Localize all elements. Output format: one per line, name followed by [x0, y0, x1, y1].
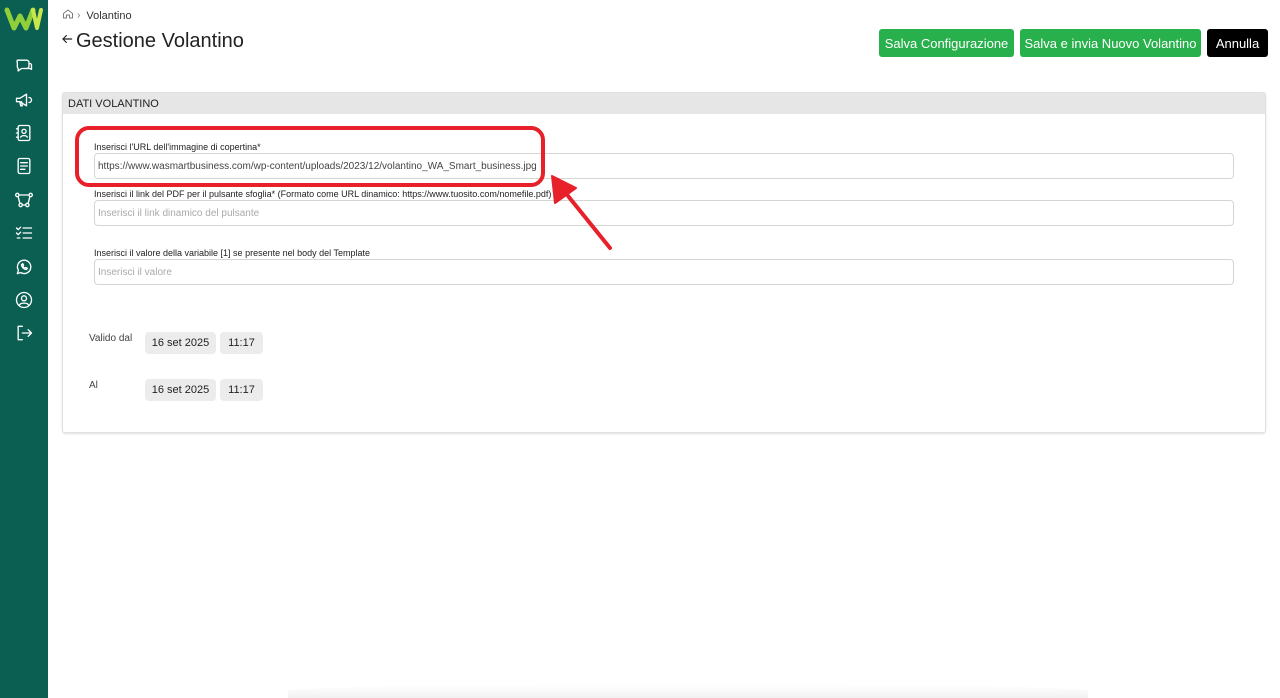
variable-label: Inserisci il valore della variabile [1] …: [94, 248, 370, 258]
pdf-link-input[interactable]: [94, 200, 1234, 226]
logout-icon: [17, 325, 33, 341]
valid-to-label: Al: [89, 380, 98, 391]
megaphone-icon: [15, 93, 33, 107]
sidebar-item-chats[interactable]: [12, 54, 36, 78]
sidebar-item-whatsapp[interactable]: [12, 255, 36, 279]
variable-input[interactable]: [94, 259, 1234, 285]
cancel-button[interactable]: Annulla: [1207, 29, 1268, 57]
sidebar-item-campaigns[interactable]: [12, 88, 36, 112]
sidebar-item-logout[interactable]: [12, 321, 36, 345]
back-arrow-icon[interactable]: [60, 32, 74, 51]
bottom-shadow: [288, 684, 1088, 698]
contacts-icon: [15, 124, 31, 142]
sidebar-item-flows[interactable]: [12, 188, 36, 212]
valid-from-label: Valido dal: [89, 333, 133, 344]
breadcrumb-separator: ›: [77, 10, 81, 21]
document-icon: [17, 157, 31, 175]
home-icon[interactable]: [62, 8, 74, 23]
sidebar-item-profile[interactable]: [12, 288, 36, 312]
breadcrumb-current: Volantino: [86, 9, 132, 22]
valid-from-time[interactable]: 11:17: [220, 332, 263, 354]
page-title: Gestione Volantino: [76, 30, 244, 52]
sidebar-item-templates[interactable]: [12, 154, 36, 178]
valid-to-time[interactable]: 11:17: [220, 379, 263, 401]
sidebar-item-contacts[interactable]: [12, 121, 36, 145]
cover-url-input[interactable]: [94, 153, 1234, 179]
user-icon: [15, 291, 33, 309]
valid-to-date[interactable]: 16 set 2025: [145, 379, 216, 401]
save-and-send-button[interactable]: Salva e invia Nuovo Volantino: [1020, 29, 1201, 57]
cover-url-label: Inserisci l'URL dell'immagine di coperti…: [94, 142, 261, 152]
title-row: Gestione Volantino: [60, 30, 244, 53]
card-title: DATI VOLANTINO: [63, 93, 1265, 114]
save-configuration-button[interactable]: Salva Configurazione: [879, 29, 1014, 57]
whatsapp-icon: [16, 259, 32, 275]
main-content: › Volantino Gestione Volantino Salva Con…: [48, 0, 1280, 698]
sidebar: [0, 0, 48, 698]
flyer-data-card: DATI VOLANTINO Inserisci l'URL dell'imma…: [62, 92, 1266, 433]
sidebar-item-tasks[interactable]: [12, 221, 36, 245]
breadcrumb: › Volantino: [62, 8, 132, 23]
checklist-icon: [15, 226, 33, 239]
app-logo[interactable]: [4, 4, 44, 34]
flow-icon: [14, 192, 33, 208]
chat-icon: [16, 59, 33, 72]
pdf-link-label: Inserisci il link del PDF per il pulsant…: [94, 189, 552, 199]
valid-from-date[interactable]: 16 set 2025: [145, 332, 216, 354]
